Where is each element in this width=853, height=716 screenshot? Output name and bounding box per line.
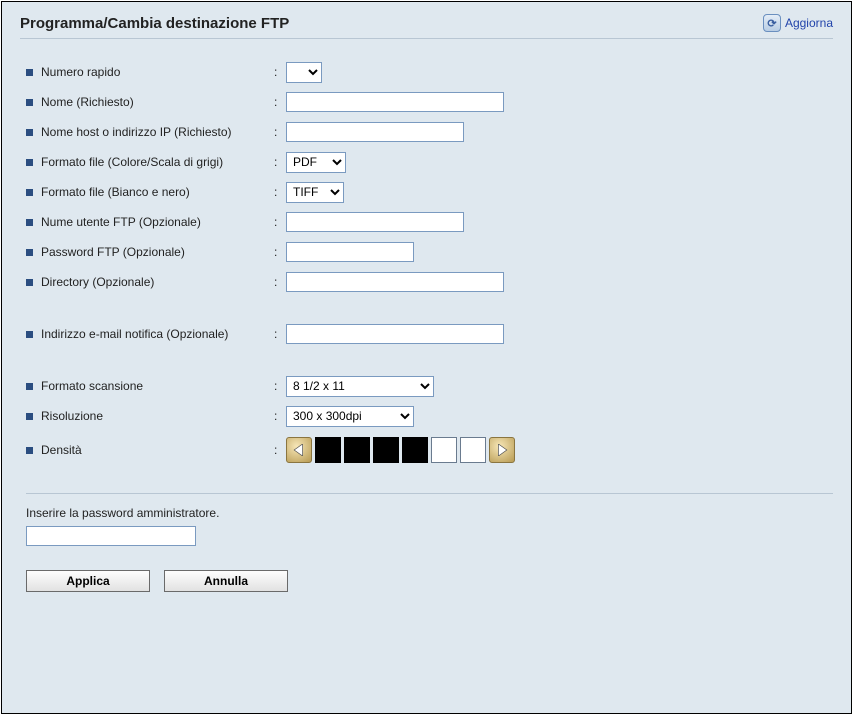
bullet-icon (26, 129, 33, 136)
cancel-button[interactable]: Annulla (164, 570, 288, 592)
bullet-icon (26, 219, 33, 226)
density-cell-1 (315, 437, 341, 463)
density-cell-4 (402, 437, 428, 463)
resolution-select[interactable]: 300 x 300dpi (286, 406, 414, 427)
file-bw-select[interactable]: TIFF (286, 182, 344, 203)
bullet-icon (26, 331, 33, 338)
directory-input[interactable] (286, 272, 504, 292)
row-name: Nome (Richiesto) : (26, 87, 833, 117)
density-cell-2 (344, 437, 370, 463)
label-ftp-user: Nume utente FTP (Opzionale) (41, 215, 201, 229)
triangle-left-icon (293, 444, 305, 456)
refresh-label: Aggiorna (785, 16, 833, 30)
page-title: Programma/Cambia destinazione FTP (20, 15, 289, 32)
bullet-icon (26, 383, 33, 390)
label-host: Nome host o indirizzo IP (Richiesto) (41, 125, 232, 139)
density-control (286, 437, 515, 463)
ftp-user-input[interactable] (286, 212, 464, 232)
bullet-icon (26, 99, 33, 106)
name-input[interactable] (286, 92, 504, 112)
ftp-pass-input[interactable] (286, 242, 414, 262)
label-file-color: Formato file (Colore/Scala di grigi) (41, 155, 223, 169)
row-resolution: Risoluzione : 300 x 300dpi (26, 401, 833, 431)
admin-password-label: Inserire la password amministratore. (26, 506, 833, 520)
row-ftp-pass: Password FTP (Opzionale) : (26, 237, 833, 267)
button-row: Applica Annulla (26, 570, 833, 592)
label-resolution: Risoluzione (41, 409, 103, 423)
notify-email-input[interactable] (286, 324, 504, 344)
label-notify-email: Indirizzo e-mail notifica (Opzionale) (41, 327, 228, 341)
form-body: Numero rapido : Nome (Richiesto) : Nome … (20, 57, 833, 592)
label-directory: Directory (Opzionale) (41, 275, 154, 289)
density-cell-6 (460, 437, 486, 463)
label-ftp-pass: Password FTP (Opzionale) (41, 245, 185, 259)
density-cell-5 (431, 437, 457, 463)
bullet-icon (26, 249, 33, 256)
row-quick-number: Numero rapido : (26, 57, 833, 87)
row-notify-email: Indirizzo e-mail notifica (Opzionale) : (26, 319, 833, 349)
footer-separator (26, 493, 833, 494)
refresh-link[interactable]: ⟳ Aggiorna (763, 14, 833, 32)
bullet-icon (26, 189, 33, 196)
bullet-icon (26, 413, 33, 420)
bullet-icon (26, 69, 33, 76)
row-file-color: Formato file (Colore/Scala di grigi) : P… (26, 147, 833, 177)
row-density: Densità : (26, 431, 833, 469)
page-header: Programma/Cambia destinazione FTP ⟳ Aggi… (20, 10, 833, 39)
refresh-icon: ⟳ (763, 14, 781, 32)
quick-number-select[interactable] (286, 62, 322, 83)
density-cell-3 (373, 437, 399, 463)
row-host: Nome host o indirizzo IP (Richiesto) : (26, 117, 833, 147)
scan-size-select[interactable]: 8 1/2 x 11 (286, 376, 434, 397)
apply-button[interactable]: Applica (26, 570, 150, 592)
admin-password-input[interactable] (26, 526, 196, 546)
row-file-bw: Formato file (Bianco e nero) : TIFF (26, 177, 833, 207)
label-quick-number: Numero rapido (41, 65, 120, 79)
file-color-select[interactable]: PDF (286, 152, 346, 173)
bullet-icon (26, 279, 33, 286)
host-input[interactable] (286, 122, 464, 142)
density-decrease-button[interactable] (286, 437, 312, 463)
page-container: Programma/Cambia destinazione FTP ⟳ Aggi… (1, 1, 852, 714)
label-scan-size: Formato scansione (41, 379, 143, 393)
triangle-right-icon (496, 444, 508, 456)
row-directory: Directory (Opzionale) : (26, 267, 833, 297)
label-density: Densità (41, 443, 82, 457)
row-ftp-user: Nume utente FTP (Opzionale) : (26, 207, 833, 237)
label-file-bw: Formato file (Bianco e nero) (41, 185, 190, 199)
density-increase-button[interactable] (489, 437, 515, 463)
label-name: Nome (Richiesto) (41, 95, 134, 109)
row-scan-size: Formato scansione : 8 1/2 x 11 (26, 371, 833, 401)
bullet-icon (26, 447, 33, 454)
bullet-icon (26, 159, 33, 166)
